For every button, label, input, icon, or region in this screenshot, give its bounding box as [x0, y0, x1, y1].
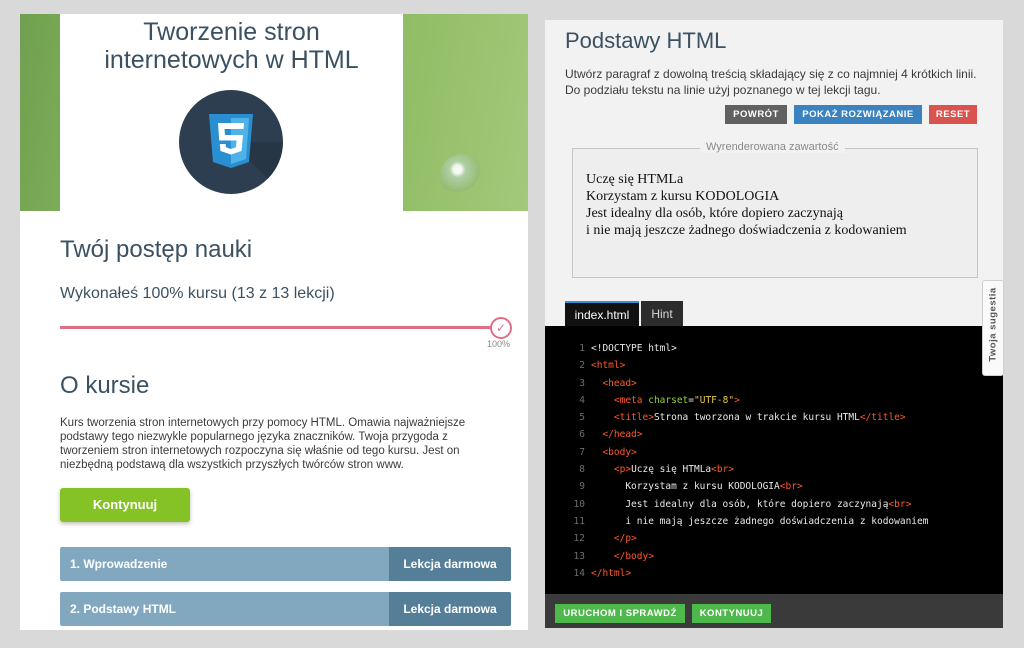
about-heading: O kursie: [60, 372, 150, 399]
continue-course-button[interactable]: Kontynuuj: [60, 488, 190, 522]
line-number: 11: [573, 515, 585, 527]
code-line[interactable]: 6 </head>: [545, 426, 1003, 443]
code-editor[interactable]: 1 <!DOCTYPE html> 2 <html> 3 <head> 4 <meta c…: [545, 326, 1003, 594]
suggestion-label: Twoja sugestia: [987, 287, 999, 362]
show-solution-button[interactable]: POKAŻ ROZWIĄZANIE: [794, 105, 922, 124]
line-number: 14: [573, 567, 585, 579]
line-number: 10: [573, 498, 585, 510]
lesson-item[interactable]: 1. Wprowadzenie Lekcja darmowa: [60, 547, 511, 581]
code-line[interactable]: 7 <body>: [545, 444, 1003, 461]
code-line[interactable]: 13 </body>: [545, 548, 1003, 565]
line-number: 12: [573, 533, 585, 545]
run-and-check-button[interactable]: URUCHOM I SPRAWDŹ: [555, 604, 685, 623]
line-number: 3: [579, 377, 585, 389]
rendered-output: Wyrenderowana zawartość Uczę się HTMLa K…: [572, 141, 978, 278]
line-number: 4: [579, 394, 585, 406]
code-line[interactable]: 3 <head>: [545, 375, 1003, 392]
progress-text: Wykonałeś 100% kursu (13 z 13 lekcji): [60, 285, 335, 302]
back-button[interactable]: POWRÓT: [725, 105, 787, 124]
editor-footer: URUCHOM I SPRAWDŹ KONTYNUUJ: [545, 594, 1003, 628]
course-panel: Tworzenie stron internetowych w HTML Twó…: [20, 14, 528, 630]
exercise-description: Utwórz paragraf z dowolną treścią składa…: [565, 67, 977, 97]
check-icon: ✓: [490, 317, 512, 339]
rendered-line: Korzystam z kursu KODOLOGIA: [586, 189, 780, 204]
rendered-line: Uczę się HTMLa: [586, 172, 684, 187]
course-title: Tworzenie stron internetowych w HTML: [104, 18, 359, 74]
code-line[interactable]: 4 <meta charset="UTF-8">: [545, 392, 1003, 409]
code-lines[interactable]: 1 <!DOCTYPE html> 2 <html> 3 <head> 4 <meta c…: [545, 340, 1003, 582]
course-hero: Tworzenie stron internetowych w HTML: [20, 14, 528, 211]
html5-logo-icon: [179, 90, 283, 194]
progress-bar: [60, 326, 504, 329]
line-number: 13: [573, 550, 585, 562]
code-line[interactable]: 9 Korzystam z kursu KODOLOGIA<br>: [545, 478, 1003, 495]
rendered-label: Wyrenderowana zawartość: [700, 141, 845, 153]
lesson-free-tag: Lekcja darmowa: [389, 547, 511, 581]
progress-bar-fill: [60, 326, 504, 329]
code-line[interactable]: 12 </p>: [545, 530, 1003, 547]
line-number: 9: [579, 481, 585, 493]
rendered-content: Uczę się HTMLa Korzystam z kursu KODOLOG…: [586, 171, 907, 239]
code-line[interactable]: 8 <p>Uczę się HTMLa<br>: [545, 461, 1003, 478]
reset-button[interactable]: RESET: [929, 105, 977, 124]
lesson-name: 2. Podstawy HTML: [70, 602, 177, 616]
exercise-title: Podstawy HTML: [565, 28, 727, 53]
lesson-name: 1. Wprowadzenie: [70, 557, 168, 571]
code-line[interactable]: 5 <title>Strona tworzona w trakcie kursu…: [545, 409, 1003, 426]
code-line[interactable]: 1 <!DOCTYPE html>: [545, 340, 1003, 357]
exercise-panel: Podstawy HTML Utwórz paragraf z dowolną …: [545, 20, 1003, 628]
continue-button[interactable]: KONTYNUUJ: [692, 604, 771, 623]
line-number: 1: [579, 343, 585, 354]
code-line[interactable]: 14 </html>: [545, 565, 1003, 582]
lesson-free-tag: Lekcja darmowa: [389, 592, 511, 626]
line-number: 2: [579, 360, 585, 372]
tab-index-html[interactable]: index.html: [565, 301, 639, 328]
about-text: Kurs tworzenia stron internetowych przy …: [60, 417, 466, 471]
tab-hint[interactable]: Hint: [641, 301, 683, 326]
line-number: 8: [579, 464, 585, 476]
code-line[interactable]: 2 <html>: [545, 357, 1003, 374]
line-number: 7: [579, 446, 585, 458]
course-card: Tworzenie stron internetowych w HTML: [60, 14, 403, 211]
line-number: 5: [579, 412, 585, 424]
rendered-line: i nie mają jeszcze żadnego doświadczenia…: [586, 223, 907, 238]
water-drop-decoration: [440, 154, 484, 198]
lesson-item[interactable]: 2. Podstawy HTML Lekcja darmowa: [60, 592, 511, 626]
code-line[interactable]: 10 Jest idealny dla osób, które dopiero …: [545, 496, 1003, 513]
progress-heading: Twój postęp nauki: [60, 236, 253, 263]
rendered-line: Jest idealny dla osób, które dopiero zac…: [586, 206, 843, 221]
suggestion-tab[interactable]: Twoja sugestia: [982, 280, 1004, 376]
progress-percent: 100%: [487, 339, 511, 349]
code-line[interactable]: 11 i nie mają jeszcze żadnego doświadcze…: [545, 513, 1003, 530]
line-number: 6: [579, 429, 585, 441]
